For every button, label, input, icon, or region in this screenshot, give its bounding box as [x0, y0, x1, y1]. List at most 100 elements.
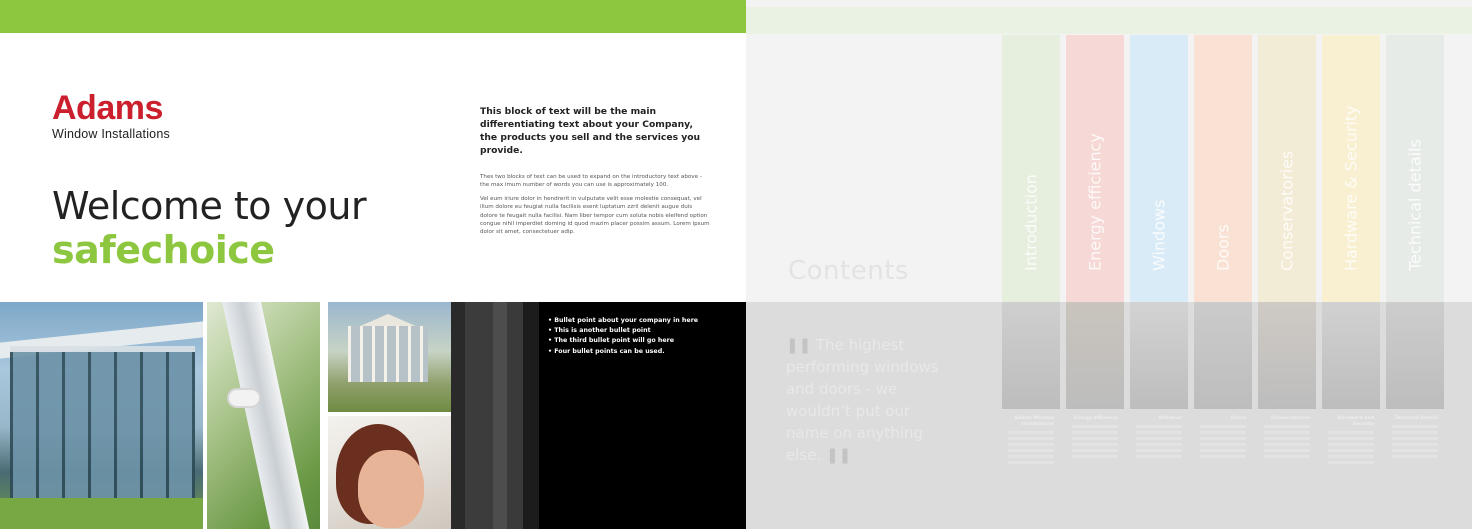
section-photo — [1258, 302, 1316, 409]
placeholder-text-line — [1328, 443, 1374, 446]
section-summary: Technical details — [1386, 416, 1444, 511]
placeholder-text-line — [1328, 455, 1374, 458]
section-summary-heading: Doors — [1230, 416, 1246, 421]
section-photo — [1130, 302, 1188, 409]
panel-stripe — [465, 302, 493, 529]
placeholder-text-line — [1264, 443, 1310, 446]
section-photo — [1322, 302, 1380, 409]
section-summary: Doors — [1194, 416, 1252, 511]
section-summary: Conservatories — [1258, 416, 1316, 511]
contents-page: Contents ❚❚ The highest performing windo… — [746, 0, 1472, 529]
panel-stripe — [507, 302, 523, 529]
placeholder-text-line — [1392, 449, 1438, 452]
placeholder-text-line — [1072, 431, 1118, 434]
customer-service-photo — [328, 416, 451, 529]
placeholder-text-line — [1136, 449, 1182, 452]
bullet-item: • Four bullet points can be used. — [548, 347, 665, 355]
section-tab-label: Doors — [1213, 224, 1233, 271]
intro-heading: This block of text will be the main diff… — [480, 106, 701, 156]
placeholder-text-line — [1328, 449, 1374, 452]
welcome-heading: Welcome to your safechoice — [52, 184, 367, 272]
placeholder-text-line — [1072, 449, 1118, 452]
placeholder-text-line — [1200, 449, 1246, 452]
placeholder-text-line — [1200, 437, 1246, 440]
window-handle-photo — [207, 302, 320, 529]
placeholder-text-line — [1200, 425, 1246, 428]
section-tab[interactable]: Windows — [1130, 35, 1188, 302]
section-tab[interactable]: Doors — [1194, 35, 1252, 302]
placeholder-text-line — [1008, 443, 1054, 446]
placeholder-text-line — [1392, 431, 1438, 434]
placeholder-text-line — [1392, 425, 1438, 428]
section-summary: Hardware and Security — [1322, 416, 1380, 511]
welcome-line-2: safechoice — [52, 228, 275, 272]
faded-top-bar — [746, 7, 1472, 34]
placeholder-text-line — [1008, 455, 1054, 458]
panel-stripe — [523, 302, 539, 529]
section-tab-label: Introduction — [1021, 174, 1041, 271]
intro-paragraph: Thes two blocks of text can be used to e… — [480, 174, 702, 189]
placeholder-text-line — [1328, 431, 1374, 434]
quote-open-icon: ❚❚ — [786, 336, 812, 354]
section-tab[interactable]: Hardware & Security — [1322, 35, 1380, 302]
section-tab-label: Technical details — [1405, 139, 1425, 271]
placeholder-text-line — [1136, 437, 1182, 440]
placeholder-text-line — [1136, 455, 1182, 458]
placeholder-text-line — [1328, 437, 1374, 440]
section-summary-heading: Technical details — [1394, 416, 1438, 421]
placeholder-text-line — [1008, 437, 1054, 440]
placeholder-text-line — [1200, 443, 1246, 446]
placeholder-text-line — [1072, 443, 1118, 446]
bullet-list: • Bullet point about your company in her… — [548, 316, 738, 357]
intro-paragraph: Vel eum iriure dolor in hendrerit in vul… — [480, 195, 710, 236]
placeholder-text-line — [1136, 425, 1182, 428]
photo-strip: • Bullet point about your company in her… — [0, 302, 746, 529]
section-summary: Energy efficiency — [1066, 416, 1124, 511]
placeholder-text-line — [1392, 455, 1438, 458]
section-photo — [1002, 302, 1060, 409]
logo-subtitle: Window Installations — [52, 127, 170, 141]
section-photo — [1066, 302, 1124, 409]
section-summary-heading: Hardware and Security — [1337, 416, 1374, 427]
section-tab-label: Hardware & Security — [1341, 105, 1361, 271]
section-photo — [1386, 302, 1444, 409]
placeholder-text-line — [1008, 449, 1054, 452]
section-photo — [1194, 302, 1252, 409]
placeholder-text-line — [1072, 425, 1118, 428]
logo-name: Adams — [52, 89, 163, 127]
pull-quote: ❚❚ The highest performing windows and do… — [786, 334, 956, 466]
section-summary-heading: Energy efficiency — [1073, 416, 1118, 421]
section-tab[interactable]: Technical details — [1386, 35, 1444, 302]
placeholder-text-line — [1264, 437, 1310, 440]
placeholder-text-line — [1136, 443, 1182, 446]
section-tab[interactable]: Conservatories — [1258, 35, 1316, 302]
section-summary: Windows — [1130, 416, 1188, 511]
section-tab[interactable]: Introduction — [1002, 35, 1060, 302]
placeholder-text-line — [1328, 461, 1374, 464]
section-tab[interactable]: Energy efficiency — [1066, 35, 1124, 302]
section-tab-label: Conservatories — [1277, 150, 1297, 271]
placeholder-text-line — [1264, 449, 1310, 452]
welcome-line-1: Welcome to your — [52, 184, 367, 228]
green-top-bar — [0, 0, 746, 33]
brochure-front-page: Adams Window Installations Welcome to yo… — [0, 0, 746, 529]
placeholder-text-line — [1008, 431, 1054, 434]
placeholder-text-line — [1264, 455, 1310, 458]
placeholder-text-line — [1264, 431, 1310, 434]
placeholder-text-line — [1264, 425, 1310, 428]
section-summary-heading: Windows — [1158, 416, 1182, 421]
section-summary-heading: Conservatories — [1270, 416, 1310, 421]
quote-text: The highest performing windows and doors… — [786, 336, 939, 464]
company-logo: Adams Window Installations — [52, 89, 170, 141]
placeholder-text-line — [1392, 443, 1438, 446]
placeholder-text-line — [1072, 437, 1118, 440]
intro-text-block: This block of text will be the main diff… — [480, 105, 710, 242]
building-photo — [0, 302, 203, 529]
bullet-panel: • Bullet point about your company in her… — [451, 302, 746, 529]
placeholder-text-line — [1200, 455, 1246, 458]
conservatory-photo — [328, 302, 451, 412]
quote-close-icon: ❚❚ — [826, 446, 852, 464]
bullet-item: • This is another bullet point — [548, 327, 651, 335]
bullet-item: • The third bullet point will go here — [548, 337, 675, 345]
placeholder-text-line — [1200, 431, 1246, 434]
